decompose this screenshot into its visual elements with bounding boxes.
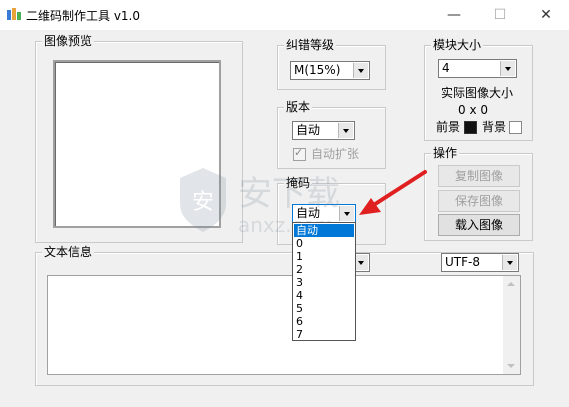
chevron-down-icon (338, 123, 353, 138)
mask-option[interactable]: 1 (294, 250, 354, 263)
ecc-value: M(15%) (294, 63, 341, 77)
mask-option[interactable]: 7 (294, 328, 354, 341)
auto-extend-label: 自动扩张 (311, 147, 360, 161)
mask-dropdown-list[interactable]: 自动 0 1 2 3 4 5 6 7 (292, 222, 356, 341)
version-select[interactable]: 自动 (292, 121, 355, 140)
app-icon (7, 8, 21, 20)
module-legend: 模块大小 (431, 38, 484, 52)
mask-option[interactable]: 3 (294, 276, 354, 289)
watermark-text: 安下载 (238, 174, 340, 214)
module-size-value: 4 (442, 61, 450, 75)
scroll-up-icon (507, 282, 515, 286)
encoding-select[interactable]: UTF-8 (441, 253, 519, 272)
ops-legend: 操作 (431, 146, 460, 160)
close-button[interactable]: ✕ (523, 0, 569, 30)
module-size-select[interactable]: 4 (438, 59, 517, 78)
mask-option[interactable]: 0 (294, 237, 354, 250)
foreground-color-swatch[interactable] (464, 121, 477, 134)
actual-size-value: 0 x 0 (458, 103, 488, 117)
actual-size-label: 实际图像大小 (441, 86, 514, 100)
annotation-arrow-icon (359, 170, 427, 215)
ecc-legend: 纠错等级 (284, 38, 337, 52)
chevron-down-icon (500, 61, 515, 76)
mask-option[interactable]: 5 (294, 302, 354, 315)
mask-option[interactable]: 4 (294, 289, 354, 302)
background-label: 背景 (482, 120, 507, 134)
text-input[interactable] (47, 275, 521, 375)
svg-text:安: 安 (192, 190, 214, 215)
maximize-button[interactable]: ☐ (477, 0, 523, 30)
text-legend: 文本信息 (42, 245, 95, 259)
mask-option[interactable]: 6 (294, 315, 354, 328)
encoding-value: UTF-8 (445, 255, 480, 269)
preview-legend: 图像预览 (42, 34, 95, 48)
mask-option[interactable]: 2 (294, 263, 354, 276)
load-image-button[interactable]: 载入图像 (438, 214, 520, 236)
text-scrollbar[interactable] (503, 276, 520, 374)
ecc-select[interactable]: M(15%) (290, 61, 370, 80)
save-image-button[interactable]: 保存图像 (438, 190, 520, 212)
chevron-down-icon (502, 255, 517, 270)
minimize-button[interactable]: — (431, 0, 477, 30)
chevron-down-icon (353, 63, 368, 78)
copy-image-button[interactable]: 复制图像 (438, 165, 520, 187)
window-title: 二维码制作工具 v1.0 (26, 9, 141, 23)
version-value: 自动 (296, 123, 321, 137)
version-legend: 版本 (284, 100, 313, 114)
title-bar: 二维码制作工具 v1.0 — ☐ ✕ (0, 0, 569, 30)
mask-option[interactable]: 自动 (294, 224, 354, 237)
foreground-label: 前景 (436, 120, 461, 134)
background-color-swatch[interactable] (509, 121, 522, 134)
scroll-down-icon (507, 364, 515, 368)
